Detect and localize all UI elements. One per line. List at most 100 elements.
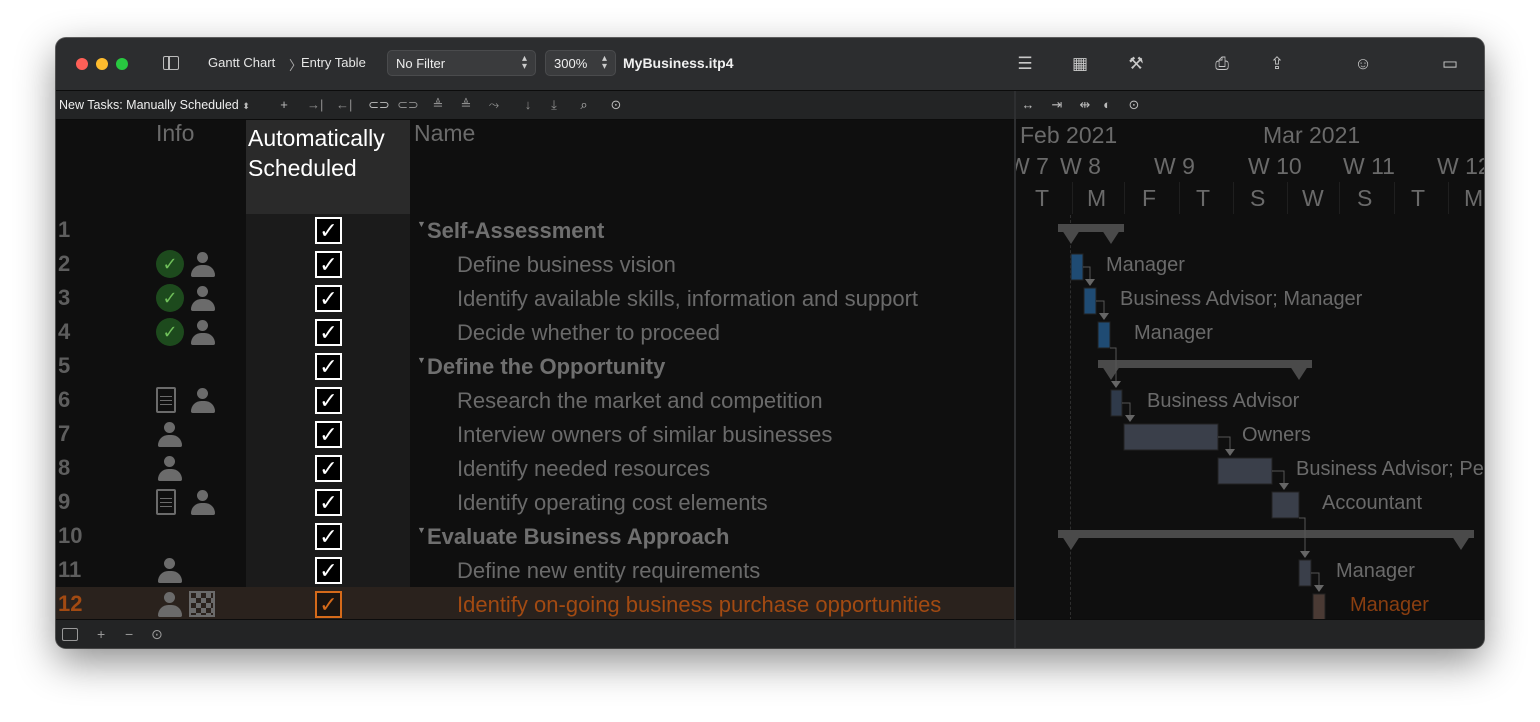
task-bar[interactable] (1070, 253, 1084, 281)
unlink-icon[interactable]: ⊂⊃ (397, 97, 419, 113)
table-row[interactable]: 8 ✓ Identify needed resources (56, 451, 1014, 485)
zoom-select[interactable]: 300% ▴ ▾ (545, 50, 616, 76)
pane-divider[interactable] (1014, 91, 1016, 648)
dependency-arrow[interactable] (1111, 381, 1121, 388)
auto-scheduled-checkbox[interactable]: ✓ (315, 557, 342, 584)
more-icon[interactable]: ⊙ (1126, 97, 1142, 113)
dependency-arrow[interactable] (1085, 279, 1095, 286)
auto-scheduled-checkbox[interactable]: ✓ (315, 489, 342, 516)
hammer-icon[interactable]: ⚒ (1125, 53, 1147, 75)
task-name[interactable]: Identify needed resources (457, 456, 710, 482)
task-bar[interactable] (1123, 423, 1219, 451)
search-icon[interactable]: ⌕ (576, 97, 592, 113)
table-row[interactable]: 11 ✓ Define new entity requirements (56, 553, 1014, 587)
task-name[interactable]: Define business vision (457, 252, 676, 278)
task-name[interactable]: Identify operating cost elements (457, 490, 768, 516)
dependency-arrow[interactable] (1300, 551, 1310, 558)
add-row-icon[interactable]: + (97, 626, 105, 642)
table-row[interactable]: 4 ✓ ✓ Decide whether to proceed (56, 315, 1014, 349)
summary-bar-start-cap[interactable] (1098, 360, 1124, 380)
zoom-window-button[interactable] (116, 58, 128, 70)
table-row[interactable]: 1 ✓ ▼ Self-Assessment (56, 213, 1014, 247)
dependency-line[interactable] (1122, 402, 1131, 416)
auto-scheduled-checkbox[interactable]: ✓ (315, 421, 342, 448)
summary-bar-end-cap[interactable] (1098, 224, 1124, 244)
panel-toggle-icon[interactable] (62, 628, 78, 641)
disclosure-triangle-icon[interactable]: ▼ (417, 525, 426, 535)
group-task-name[interactable]: Evaluate Business Approach (427, 524, 729, 550)
column-header-auto-scheduled[interactable]: Automatically Scheduled (246, 120, 410, 214)
dependency-arrow[interactable] (1314, 585, 1324, 592)
move-down-icon[interactable]: ↓ (520, 97, 536, 113)
auto-scheduled-checkbox[interactable]: ✓ (315, 319, 342, 346)
task-bar[interactable] (1083, 287, 1097, 315)
table-row[interactable]: 9 ✓ Identify operating cost elements (56, 485, 1014, 519)
share-icon[interactable]: ⇪ (1266, 53, 1288, 75)
table-row[interactable]: 7 ✓ Interview owners of similar businesses (56, 417, 1014, 451)
auto-scheduled-checkbox[interactable]: ✓ (315, 455, 342, 482)
task-bar[interactable] (1298, 559, 1312, 587)
table-row[interactable]: 12 ✓ Identify on-going business purchase o… (56, 587, 1014, 619)
more-icon[interactable]: ⊙ (151, 626, 163, 642)
remove-row-icon[interactable]: − (125, 626, 133, 642)
more-icon[interactable]: ⊙ (608, 97, 624, 113)
summary-bar-start-cap[interactable] (1058, 224, 1084, 244)
auto-scheduled-checkbox[interactable]: ✓ (315, 285, 342, 312)
task-bar[interactable] (1271, 491, 1300, 519)
close-button[interactable] (76, 58, 88, 70)
smiley-icon[interactable]: ☺ (1352, 53, 1374, 75)
assign-resource-icon[interactable]: ≜ (430, 97, 446, 113)
group-task-name[interactable]: Define the Opportunity (427, 354, 665, 380)
summary-bar[interactable] (1058, 530, 1474, 538)
summary-bar-end-cap[interactable] (1448, 530, 1474, 550)
indent-icon[interactable]: →| (307, 97, 323, 113)
group-task-name[interactable]: Self-Assessment (427, 218, 604, 244)
dependency-arrow[interactable] (1279, 483, 1289, 490)
task-bar[interactable] (1097, 321, 1111, 349)
summary-bar[interactable] (1098, 360, 1312, 368)
summary-bar-start-cap[interactable] (1058, 530, 1084, 550)
split-icon[interactable]: ⤳ (486, 97, 502, 113)
scroll-to-task-icon[interactable]: ⇹ (1077, 97, 1093, 113)
dependency-line[interactable] (1218, 436, 1231, 450)
dependency-arrow[interactable] (1225, 449, 1235, 456)
task-name[interactable]: Interview owners of similar businesses (457, 422, 832, 448)
task-name[interactable]: Identify on-going business purchase oppo… (457, 592, 941, 618)
auto-scheduled-checkbox[interactable]: ✓ (315, 353, 342, 380)
calendar-icon[interactable]: ▦ (1069, 53, 1091, 75)
table-row[interactable]: 3 ✓ ✓ Identify available skills, informatio… (56, 281, 1014, 315)
auto-scheduled-checkbox[interactable]: ✓ (315, 591, 342, 618)
task-bar[interactable] (1110, 389, 1123, 417)
outdent-icon[interactable]: ←| (336, 97, 352, 113)
new-tasks-mode-select[interactable]: New Tasks: Manually Scheduled ⬍ (59, 98, 250, 112)
auto-scheduled-checkbox[interactable]: ✓ (315, 387, 342, 414)
link-icon[interactable]: ⊂⊃ (368, 97, 390, 113)
add-icon[interactable]: + (276, 97, 292, 113)
inspector-toggle-icon[interactable]: ▭ (1439, 53, 1461, 75)
table-row[interactable]: 10 ✓ ▼ Evaluate Business Approach (56, 519, 1014, 553)
today-icon[interactable]: ◐ (1099, 97, 1115, 113)
auto-scheduled-checkbox[interactable]: ✓ (315, 217, 342, 244)
dependency-line[interactable] (1096, 300, 1105, 314)
dependency-arrow[interactable] (1099, 313, 1109, 320)
print-icon[interactable]: ⎙ (1211, 53, 1233, 75)
summary-bar-end-cap[interactable] (1286, 360, 1312, 380)
minimize-button[interactable] (96, 58, 108, 70)
column-header-info[interactable]: Info (156, 120, 194, 214)
collapse-icon[interactable]: ⇥ (1049, 97, 1065, 113)
download-icon[interactable]: ⤓ (546, 97, 562, 113)
task-name[interactable]: Define new entity requirements (457, 558, 760, 584)
task-name[interactable]: Research the market and competition (457, 388, 823, 414)
breadcrumb-gantt-chart[interactable]: Gantt Chart (208, 55, 275, 70)
dependency-line[interactable] (1083, 266, 1091, 280)
disclosure-triangle-icon[interactable]: ▼ (417, 355, 426, 365)
task-name[interactable]: Decide whether to proceed (457, 320, 720, 346)
sliders-icon[interactable]: ☰ (1014, 53, 1036, 75)
table-row[interactable]: 6 ✓ Research the market and competition (56, 383, 1014, 417)
fit-width-icon[interactable]: ↔ (1020, 97, 1036, 113)
auto-scheduled-checkbox[interactable]: ✓ (315, 523, 342, 550)
column-header-name[interactable]: Name (414, 120, 475, 214)
dependency-line[interactable] (1311, 572, 1320, 586)
disclosure-triangle-icon[interactable]: ▼ (417, 219, 426, 229)
task-bar[interactable] (1217, 457, 1273, 485)
